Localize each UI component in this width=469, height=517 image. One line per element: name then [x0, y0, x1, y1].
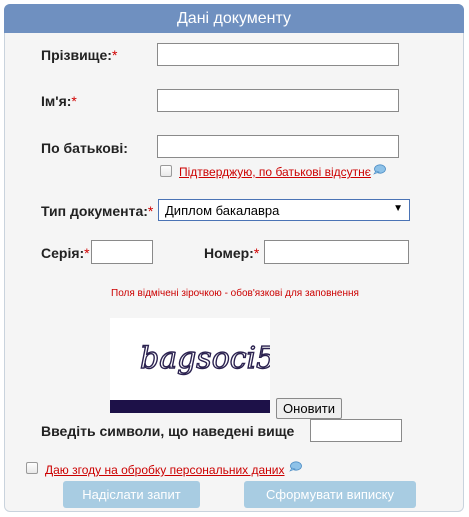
captcha-text-image: bagsoci5 — [139, 340, 276, 376]
required-note: Поля відмічені зірочкою - обов'язкові дл… — [111, 288, 359, 299]
patronymic-label: По батькові: — [41, 140, 128, 156]
panel-title: Дані документу — [176, 10, 292, 27]
number-input[interactable] — [264, 240, 409, 264]
no-patronymic-checkbox[interactable] — [160, 165, 172, 177]
doc-type-label: Тип документа:* — [41, 203, 154, 219]
consent-link[interactable]: Даю згоду на обробку персональних даних — [45, 463, 285, 477]
generate-extract-button[interactable]: Сформувати виписку — [244, 481, 416, 508]
captcha-input[interactable] — [310, 419, 402, 442]
captcha-prompt-label: Введіть символи, що наведені вище — [41, 423, 295, 439]
series-label: Серія:* — [41, 245, 90, 261]
doc-type-value: Диплом бакалавра — [165, 203, 280, 218]
name-label: Ім'я:* — [41, 93, 77, 109]
captcha-image: bagsoci5 — [110, 318, 276, 400]
speech-bubble-icon[interactable] — [289, 461, 302, 472]
chevron-down-icon: ▼ — [393, 203, 403, 214]
refresh-captcha-button[interactable]: Оновити — [276, 398, 342, 419]
panel-header: Дані документу — [4, 4, 464, 33]
svg-text:bagsoci5: bagsoci5 — [140, 341, 270, 376]
surname-input[interactable] — [157, 43, 399, 66]
name-input[interactable] — [157, 89, 399, 112]
series-input[interactable] — [91, 240, 153, 264]
speech-bubble-icon[interactable] — [373, 164, 386, 175]
submit-request-button[interactable]: Надіслати запит — [63, 481, 200, 508]
no-patronymic-link[interactable]: Підтверджую, по батькові відсутнє — [179, 165, 371, 179]
number-label: Номер:* — [204, 245, 260, 261]
surname-label: Прізвище:* — [41, 47, 118, 63]
doc-type-select[interactable]: Диплом бакалавра ▼ — [158, 199, 410, 221]
captcha-bar — [110, 400, 270, 413]
patronymic-input[interactable] — [157, 135, 399, 158]
consent-checkbox[interactable] — [26, 462, 38, 474]
